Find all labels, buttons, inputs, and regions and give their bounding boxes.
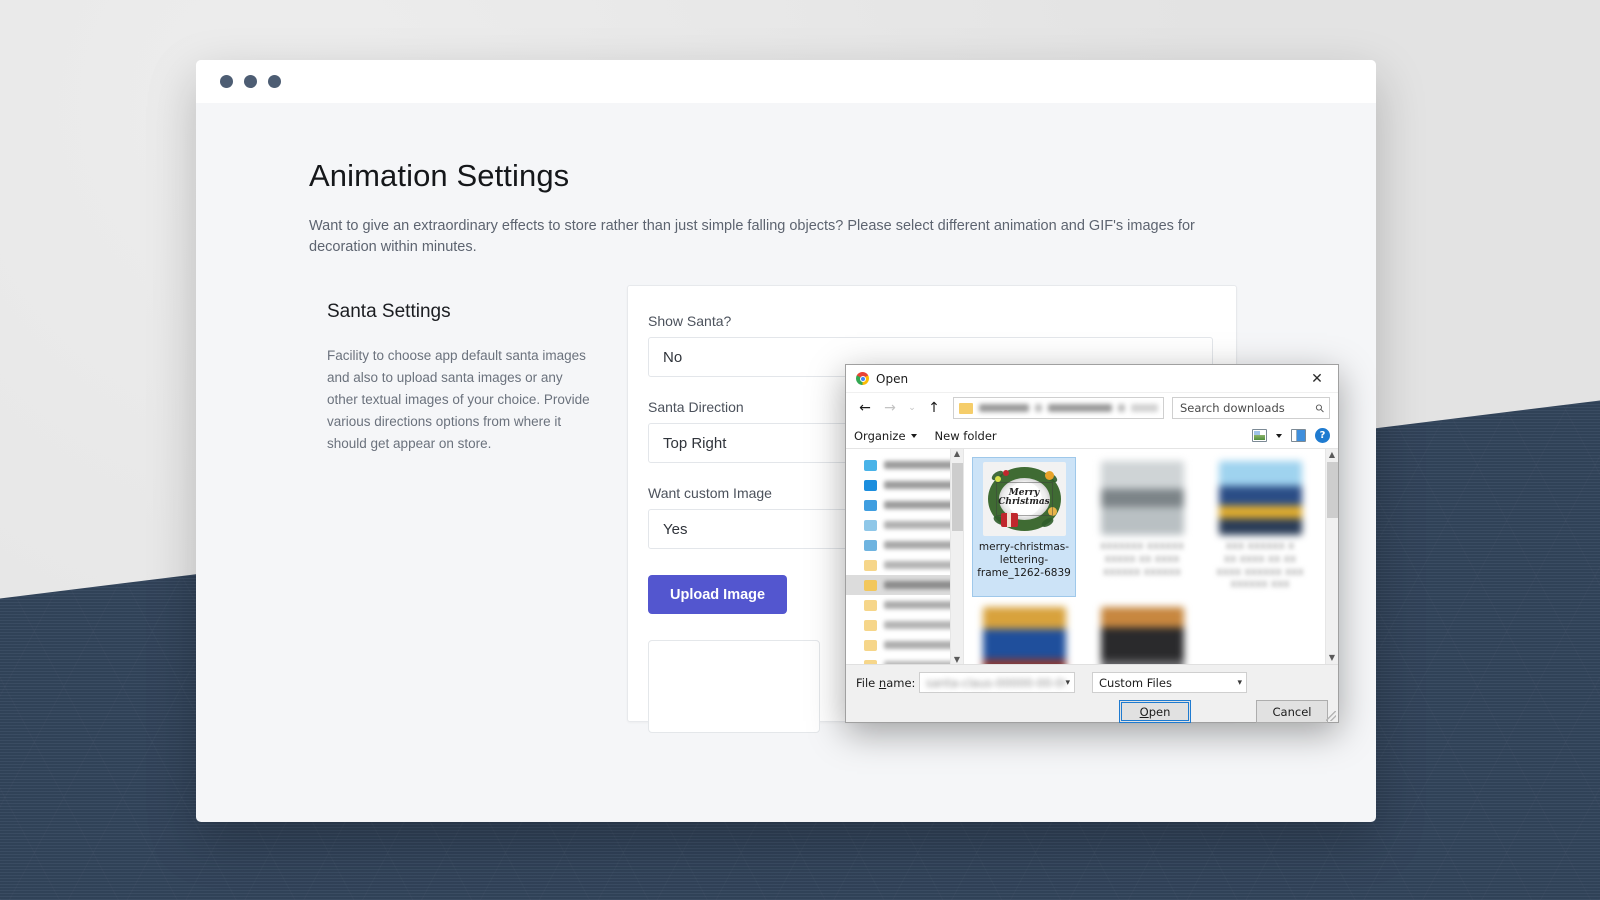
chrome-icon (856, 372, 869, 385)
breadcrumb-separator (1035, 404, 1042, 412)
file-name-value: santa-claus-00000-00-00 (926, 676, 1065, 690)
sidebar-item[interactable] (846, 475, 963, 495)
file-thumbnail (983, 607, 1066, 664)
search-icon: ⚲ (1313, 401, 1328, 416)
dialog-main: ▲ ▼ (846, 449, 1338, 665)
sidebar-item[interactable] (846, 515, 963, 535)
help-icon[interactable]: ? (1315, 428, 1330, 443)
sidebar-item[interactable] (846, 615, 963, 635)
file-item[interactable] (972, 603, 1076, 664)
window-dot-close-icon[interactable] (220, 75, 233, 88)
organize-label: Organize (854, 429, 906, 443)
santa-settings-info: Santa Settings Facility to choose app de… (309, 285, 609, 722)
dialog-buttons: Open Cancel (856, 700, 1328, 723)
file-name-label: merry-christmas-lettering-frame_1262-683… (975, 541, 1073, 579)
dialog-titlebar: Open ✕ (846, 365, 1338, 393)
page-description: Want to give an extraordinary effects to… (309, 216, 1214, 257)
search-placeholder: Search downloads (1180, 401, 1285, 415)
chevron-down-icon[interactable]: ▾ (1237, 678, 1242, 688)
address-bar[interactable] (953, 397, 1164, 419)
view-mode-icon[interactable] (1252, 429, 1267, 442)
file-item[interactable] (1090, 603, 1194, 664)
field-label-show-santa: Show Santa? (648, 313, 1214, 329)
window-dot-maximize-icon[interactable] (268, 75, 281, 88)
file-open-dialog: Open ✕ ← → ⌄ ↑ Search downloads ⚲ O (845, 364, 1339, 723)
breadcrumb-segment[interactable] (1131, 404, 1158, 412)
file-item-selected[interactable]: Merry Christmas merry-christmas-letterin… (972, 457, 1076, 597)
file-thumbnail (1219, 461, 1302, 535)
close-icon[interactable]: ✕ (1302, 366, 1332, 392)
sidebar-item[interactable] (846, 595, 963, 615)
scroll-up-arrow-icon[interactable]: ▲ (1326, 449, 1338, 461)
recent-locations-chevron-down-icon[interactable]: ⌄ (904, 397, 920, 419)
breadcrumb-segment[interactable] (1048, 404, 1112, 412)
dialog-navigation-bar: ← → ⌄ ↑ Search downloads ⚲ (846, 393, 1338, 423)
file-list: Merry Christmas merry-christmas-letterin… (964, 449, 1338, 664)
santa-settings-heading: Santa Settings (327, 301, 609, 323)
file-item[interactable]: xxx xxxxxx xxx xxxx xx xxxxxx xxxxxx xxx… (1208, 457, 1312, 597)
file-type-filter-value: Custom Files (1099, 676, 1172, 690)
resize-grip[interactable] (1326, 711, 1336, 721)
upload-image-button[interactable]: Upload Image (648, 575, 787, 614)
file-name-row: File name: santa-claus-00000-00-00 ▾ Cus… (856, 672, 1328, 693)
scroll-down-arrow-icon[interactable]: ▼ (954, 655, 960, 664)
view-mode-chevron-down-icon[interactable] (1276, 434, 1282, 438)
file-item[interactable]: xxxxxxx xxxxxxxxxxx xx xxxxxxxxxx xxxxxx (1090, 457, 1194, 597)
sidebar-item-selected[interactable] (846, 575, 963, 595)
open-button[interactable]: Open (1119, 700, 1191, 723)
browser-titlebar (196, 60, 1376, 103)
places-sidebar: ▲ ▼ (846, 449, 964, 664)
dialog-footer: File name: santa-claus-00000-00-00 ▾ Cus… (846, 665, 1338, 723)
breadcrumb-separator (1118, 404, 1125, 412)
sidebar-scrollbar[interactable]: ▲ ▼ (950, 449, 963, 664)
folder-icon (959, 403, 973, 414)
dialog-title: Open (876, 372, 1302, 386)
sidebar-item[interactable] (846, 555, 963, 575)
chevron-down-icon[interactable]: ▾ (1065, 678, 1070, 688)
scroll-down-arrow-icon[interactable]: ▼ (1326, 652, 1338, 664)
file-name-label: xxxxxxx xxxxxxxxxxx xx xxxxxxxxxx xxxxxx (1092, 540, 1192, 578)
screen: Animation Settings Want to give an extra… (0, 0, 1600, 900)
new-folder-button[interactable]: New folder (935, 429, 997, 443)
sidebar-item[interactable] (846, 655, 963, 664)
sidebar-item[interactable] (846, 455, 963, 475)
toolbar-view-controls: ? (1252, 428, 1330, 443)
forward-arrow-icon[interactable]: → (879, 397, 901, 419)
file-name-input[interactable]: santa-claus-00000-00-00 ▾ (919, 672, 1075, 693)
file-thumbnail (1101, 607, 1184, 664)
file-thumbnail (1101, 461, 1184, 535)
sidebar-item[interactable] (846, 635, 963, 655)
page-title: Animation Settings (309, 158, 1376, 194)
file-thumbnail: Merry Christmas (983, 462, 1066, 536)
dialog-toolbar: Organize New folder ? (846, 423, 1338, 449)
window-dot-minimize-icon[interactable] (244, 75, 257, 88)
preview-pane-icon[interactable] (1291, 429, 1306, 442)
file-grid: Merry Christmas merry-christmas-letterin… (972, 457, 1320, 664)
up-arrow-icon[interactable]: ↑ (923, 397, 945, 419)
chevron-down-icon (911, 434, 917, 438)
scrollbar-thumb[interactable] (1327, 462, 1338, 518)
search-input[interactable]: Search downloads ⚲ (1172, 397, 1330, 419)
image-preview-box[interactable] (648, 640, 820, 733)
sidebar-item[interactable] (846, 535, 963, 555)
scroll-up-arrow-icon[interactable]: ▲ (954, 449, 960, 458)
breadcrumb-segment[interactable] (979, 404, 1029, 412)
organize-menu-button[interactable]: Organize (854, 429, 917, 443)
cancel-button[interactable]: Cancel (1256, 700, 1328, 723)
scrollbar-thumb[interactable] (952, 463, 963, 531)
thumbnail-caption: Merry Christmas (983, 489, 1066, 508)
file-name-label-text: File name: (856, 676, 912, 690)
back-arrow-icon[interactable]: ← (854, 397, 876, 419)
file-name-label: xxx xxxxxx xxx xxxx xx xxxxxx xxxxxx xxx… (1210, 540, 1310, 591)
santa-settings-body: Facility to choose app default santa ima… (327, 345, 595, 454)
sidebar-item[interactable] (846, 495, 963, 515)
file-list-scrollbar[interactable]: ▲ ▼ (1325, 449, 1338, 664)
file-type-filter-select[interactable]: Custom Files ▾ (1092, 672, 1247, 693)
